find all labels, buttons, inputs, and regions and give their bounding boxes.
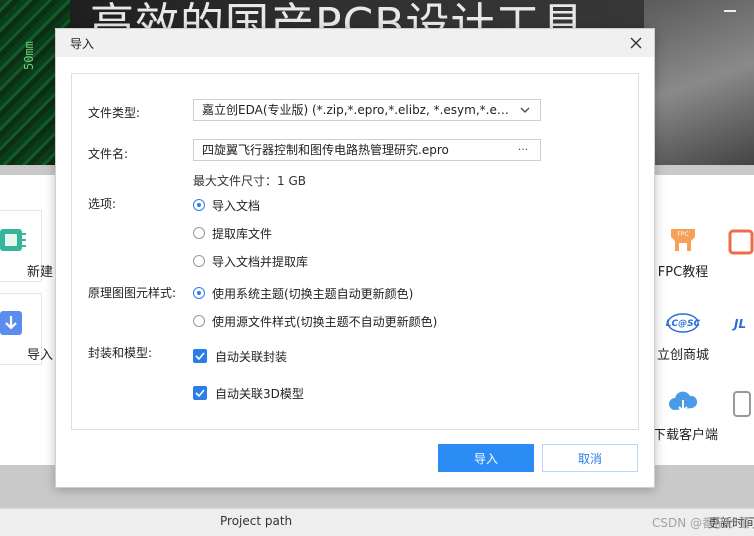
checkbox-auto-link-3d-model[interactable]: 自动关联3D模型: [193, 385, 304, 401]
checkbox-checked-icon: [193, 349, 207, 363]
schematic-style-label: 原理图图元样式:: [88, 286, 177, 300]
file-type-select[interactable]: 嘉立创EDA(专业版) (*.zip,*.epro,*.elibz, *.esy…: [193, 99, 541, 121]
close-icon: [630, 37, 642, 49]
footprint-model-label: 封装和模型:: [88, 346, 153, 360]
radio-unchecked-icon: [193, 255, 205, 267]
dialog-header[interactable]: 导入: [56, 29, 654, 57]
file-name-label: 文件名:: [88, 147, 129, 161]
file-name-value: 四旋翼飞行器控制和图传电路热管理研究.epro: [202, 143, 449, 157]
radio-use-system-theme[interactable]: 使用系统主题(切换主题自动更新颜色): [193, 285, 413, 301]
radio-use-system-theme-label: 使用系统主题(切换主题自动更新颜色): [212, 286, 414, 301]
radio-checked-icon: [193, 199, 205, 211]
radio-unchecked-icon: [193, 227, 205, 239]
radio-unchecked-icon: [193, 315, 205, 327]
close-button[interactable]: [626, 33, 646, 53]
radio-import-document-label: 导入文档: [212, 198, 261, 213]
radio-import-document[interactable]: 导入文档: [193, 197, 260, 213]
dialog-title: 导入: [70, 37, 95, 51]
checkbox-auto-link-footprint-label: 自动关联封装: [215, 349, 288, 364]
radio-extract-library[interactable]: 提取库文件: [193, 225, 272, 241]
radio-import-and-extract[interactable]: 导入文档并提取库: [193, 253, 308, 269]
file-name-field[interactable]: 四旋翼飞行器控制和图传电路热管理研究.epro ···: [193, 139, 541, 161]
import-options-panel: 文件类型: 嘉立创EDA(专业版) (*.zip,*.epro,*.elibz,…: [71, 73, 639, 430]
file-type-value: 嘉立创EDA(专业版) (*.zip,*.epro,*.elibz, *.esy…: [202, 103, 512, 117]
page: 50mm 高效的国产PCB设计工具 新建 导入 FPC FPC教程 LC@SC …: [0, 0, 754, 536]
radio-use-source-style[interactable]: 使用源文件样式(切换主题不自动更新颜色): [193, 313, 437, 329]
checkbox-auto-link-3d-model-label: 自动关联3D模型: [215, 386, 304, 401]
radio-checked-icon: [193, 287, 205, 299]
radio-import-and-extract-label: 导入文档并提取库: [212, 254, 309, 269]
max-file-size: 最大文件尺寸：1 GB: [193, 174, 306, 188]
import-button[interactable]: 导入: [438, 444, 534, 472]
radio-extract-library-label: 提取库文件: [212, 226, 273, 241]
checkbox-checked-icon: [193, 386, 207, 400]
radio-use-source-style-label: 使用源文件样式(切换主题不自动更新颜色): [212, 314, 438, 329]
import-dialog: 导入 文件类型: 嘉立创EDA(专业版) (*.zip,*.epro,*.eli…: [55, 28, 655, 488]
file-type-label: 文件类型:: [88, 106, 141, 120]
browse-button[interactable]: ···: [514, 140, 532, 160]
cancel-button[interactable]: 取消: [542, 444, 638, 472]
options-label: 选项:: [88, 197, 117, 211]
chevron-down-icon: [518, 100, 532, 120]
checkbox-auto-link-footprint[interactable]: 自动关联封装: [193, 348, 287, 364]
